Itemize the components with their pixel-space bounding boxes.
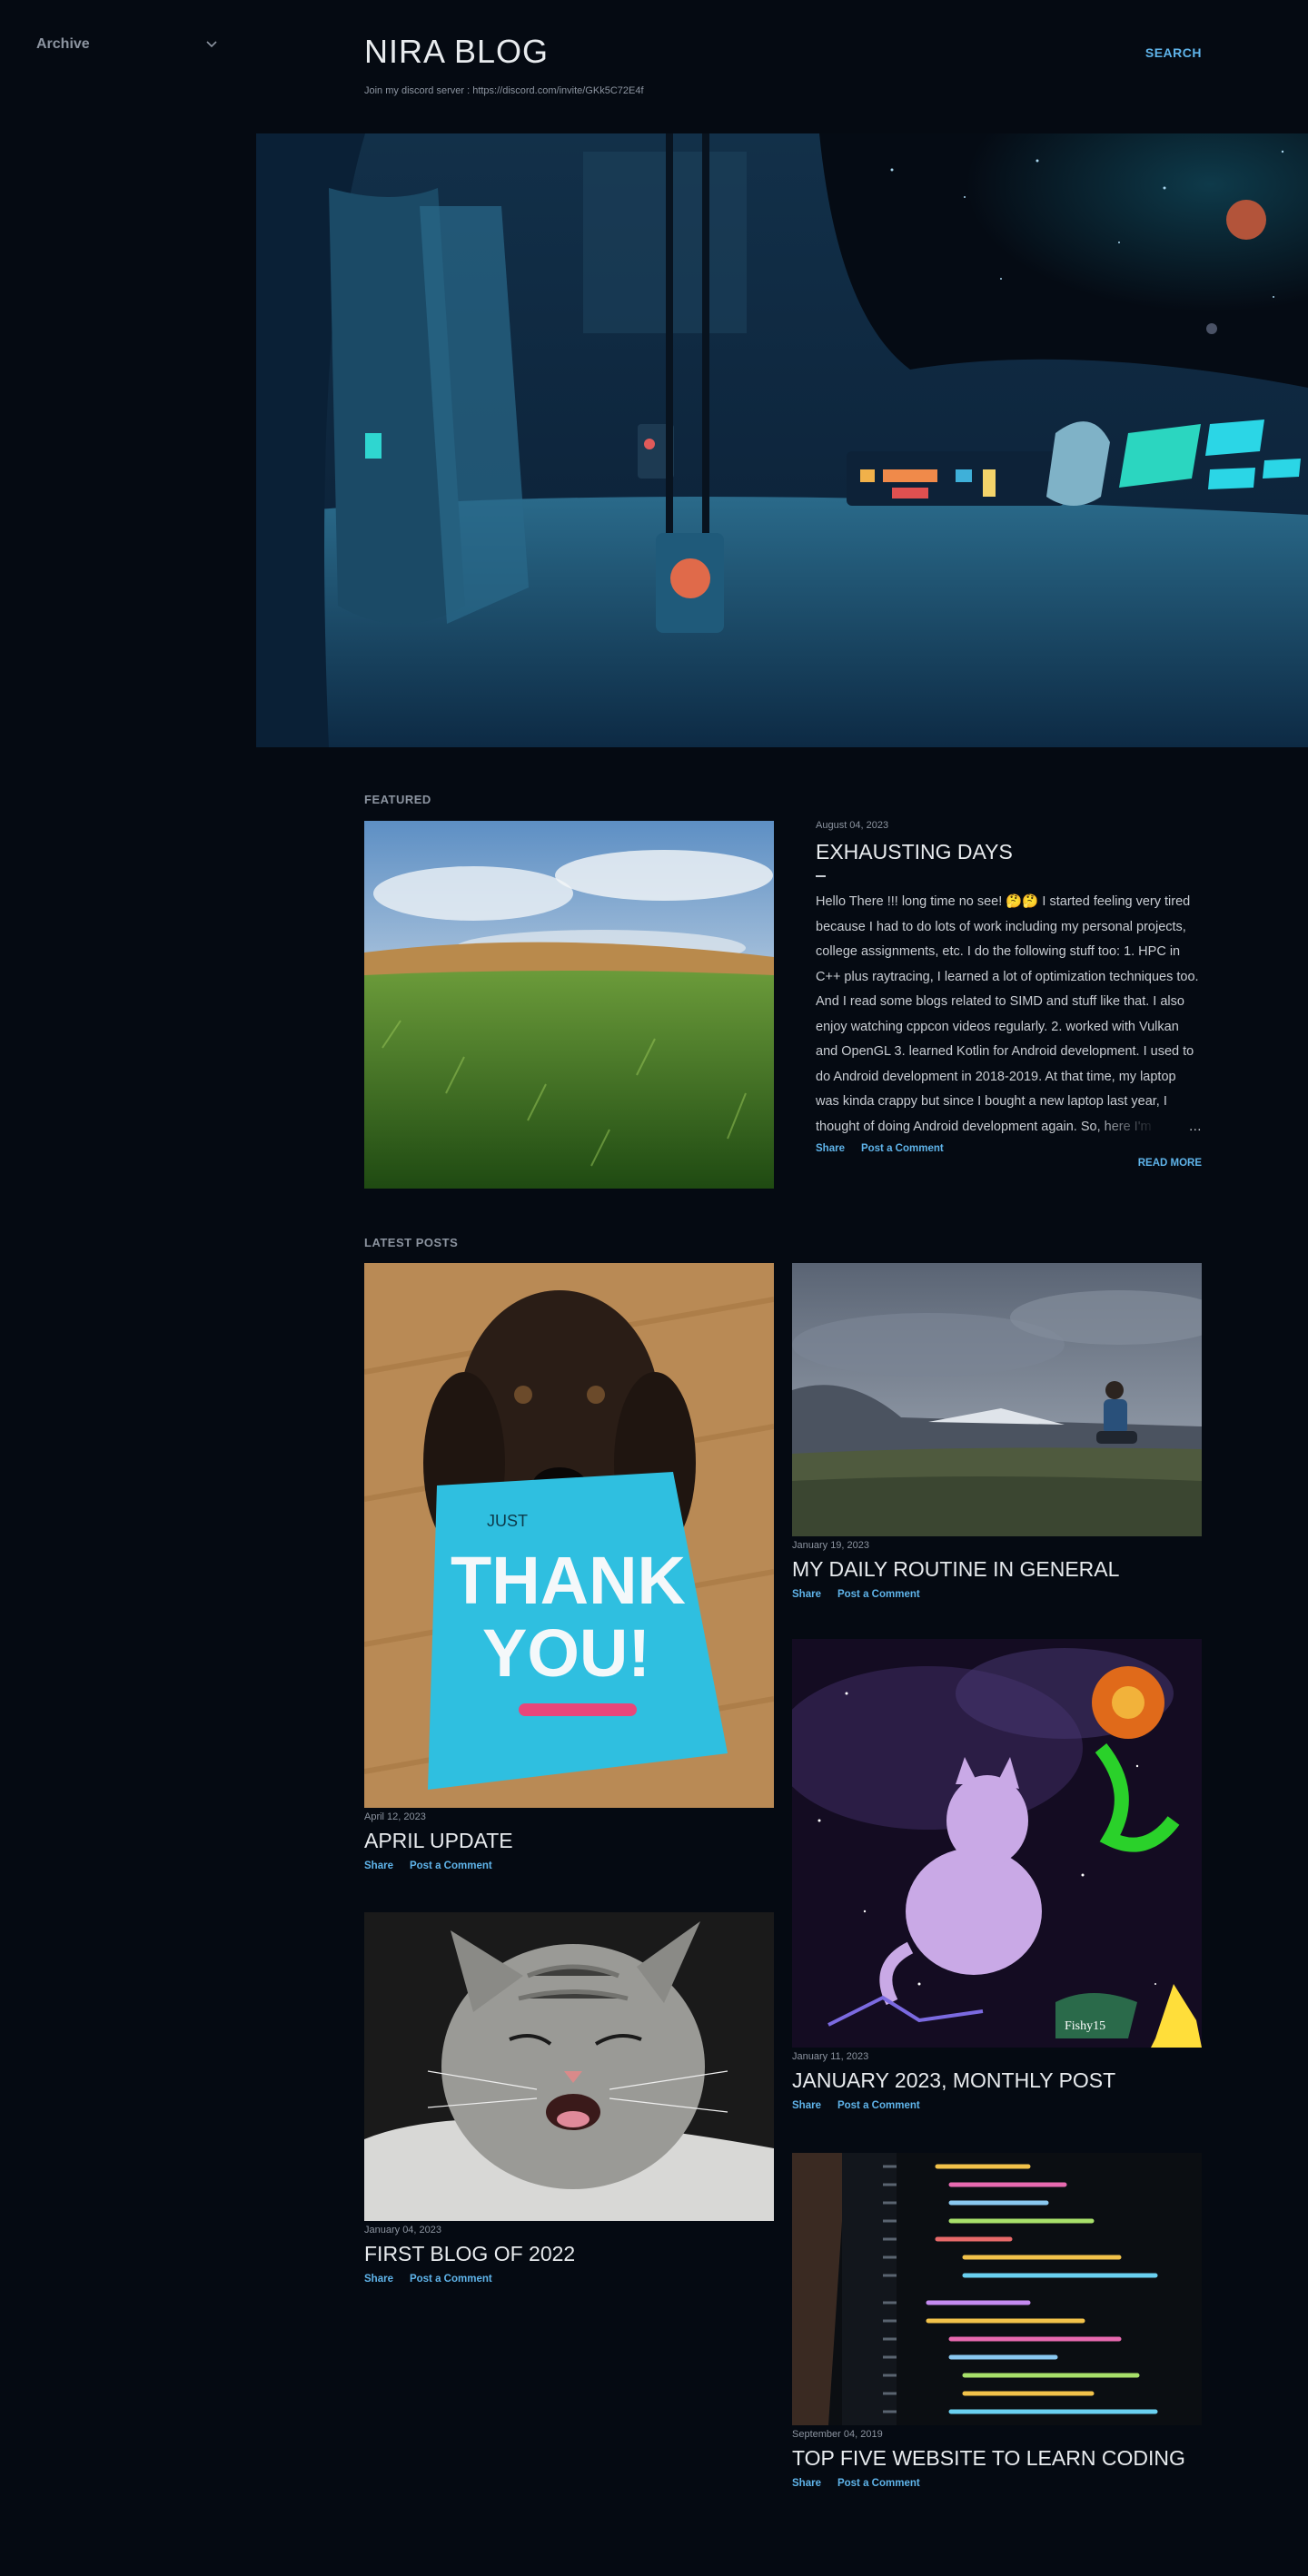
post-card: Fishy15 January 11, 2023 JANUARY 2023, M… [792,1639,1202,2111]
title-divider [816,875,826,877]
card-text-just: JUST [487,1512,528,1530]
post-date: January 19, 2023 [792,1537,916,1554]
post-date: January 04, 2023 [364,2222,488,2238]
post-date: January 11, 2023 [792,2048,915,2065]
art-signature: Fishy15 [1065,2019,1105,2033]
latest-posts-section-label: LATEST POSTS [364,1236,459,1249]
snippet-ellipsis: … [1093,1115,1202,1140]
post-comment-link[interactable]: Post a Comment [837,2478,920,2489]
share-button[interactable]: Share [364,1860,393,1871]
blog-title[interactable]: NIRA BLOG [364,33,1202,71]
share-button[interactable]: Share [792,1589,821,1600]
post-image-man-landscape[interactable] [792,1263,1202,1536]
post-title[interactable]: APRIL UPDATE [364,1829,774,1853]
blog-header: NIRA BLOG Join my discord server : https… [364,33,1202,96]
featured-post-actions: Share Post a Comment [816,1143,1202,1154]
card-text-thank: THANK [451,1543,686,1618]
featured-section-label: FEATURED [364,793,431,806]
share-button[interactable]: Share [792,2478,821,2489]
chevron-down-icon [205,37,218,52]
featured-post-title[interactable]: EXHAUSTING DAYS [816,840,1202,864]
post-card: January 19, 2023 MY DAILY ROUTINE IN GEN… [792,1263,1202,1600]
share-button[interactable]: Share [792,2100,821,2111]
post-image-smiling-cat[interactable] [364,1912,774,2221]
archive-dropdown[interactable]: Archive [36,36,218,53]
read-more-link[interactable]: READ MORE [1138,1158,1202,1169]
post-image-dog-thank-you[interactable]: JUST THANK YOU! [364,1263,774,1808]
featured-post-date: August 04, 2023 [816,820,889,831]
post-image-space-cat-art[interactable]: Fishy15 [792,1639,1202,2048]
post-title[interactable]: FIRST BLOG OF 2022 [364,2242,774,2266]
post-card: JUST THANK YOU! April 12, 2023 APRIL UPD… [364,1263,774,1871]
post-title[interactable]: JANUARY 2023, MONTHLY POST [792,2068,1202,2093]
card-text-you: YOU! [482,1615,650,1691]
featured-post-snippet: Hello There !!! long time no see! 🤔🤔 I s… [816,890,1202,1140]
blog-description: Join my discord server : https://discord… [364,85,644,96]
post-card: January 04, 2023 FIRST BLOG OF 2022 Shar… [364,1912,774,2285]
post-comment-link[interactable]: Post a Comment [410,1860,492,1871]
sidebar: Archive [36,36,218,53]
post-card: September 04, 2019 TOP FIVE WEBSITE TO L… [792,2153,1202,2489]
post-date: September 04, 2019 [792,2426,928,2443]
search-button[interactable]: SEARCH [1145,45,1202,60]
featured-post-snippet-text: Hello There !!! long time no see! 🤔🤔 I s… [816,894,1199,1134]
post-comment-link[interactable]: Post a Comment [861,1143,944,1154]
share-button[interactable]: Share [364,2274,393,2285]
post-title[interactable]: TOP FIVE WEBSITE TO LEARN CODING [792,2446,1202,2471]
post-date: April 12, 2023 [364,1809,471,1825]
post-title[interactable]: MY DAILY ROUTINE IN GENERAL [792,1557,1202,1582]
featured-post-image[interactable] [364,821,774,1189]
header-banner-image [256,133,1308,747]
share-button[interactable]: Share [816,1143,845,1154]
featured-post: August 04, 2023 EXHAUSTING DAYS Hello Th… [816,820,1202,1169]
post-comment-link[interactable]: Post a Comment [410,2274,492,2285]
post-image-code-screen[interactable] [792,2153,1202,2425]
archive-label: Archive [36,36,90,52]
post-comment-link[interactable]: Post a Comment [837,1589,920,1600]
post-comment-link[interactable]: Post a Comment [837,2100,920,2111]
